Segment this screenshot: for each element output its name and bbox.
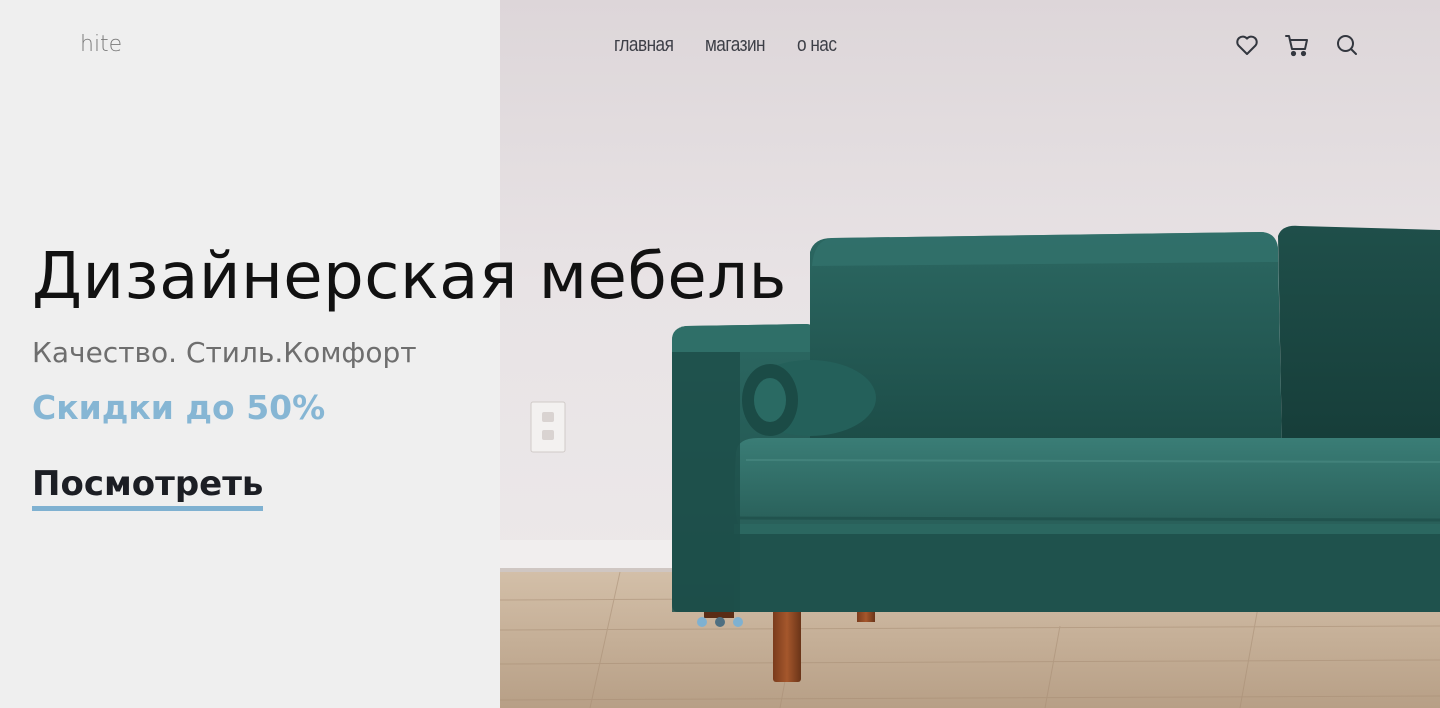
nav-item-about[interactable]: о нас [797,34,837,57]
nav-item-home[interactable]: главная [614,34,674,57]
hero-title: Дизайнерская мебель [32,240,787,314]
nav-item-shop[interactable]: магазин [705,34,766,57]
slider-dot-1[interactable] [697,617,707,627]
slider-dots [697,617,743,627]
hero-subtitle: Качество. Стиль.Комфорт [32,336,417,369]
header-icons [1234,32,1360,58]
hero-image-sofa [500,0,1440,708]
search-icon[interactable] [1334,32,1360,58]
slider-dot-2[interactable] [715,617,725,627]
slider-dot-3[interactable] [733,617,743,627]
view-button[interactable]: Посмотреть [32,462,264,511]
cart-icon[interactable] [1284,32,1310,58]
main-nav: главная магазин о нас [614,34,843,57]
hero-discount: Скидки до 50% [32,388,326,427]
heart-icon[interactable] [1234,32,1260,58]
brand-logo[interactable]: hite [80,32,122,57]
